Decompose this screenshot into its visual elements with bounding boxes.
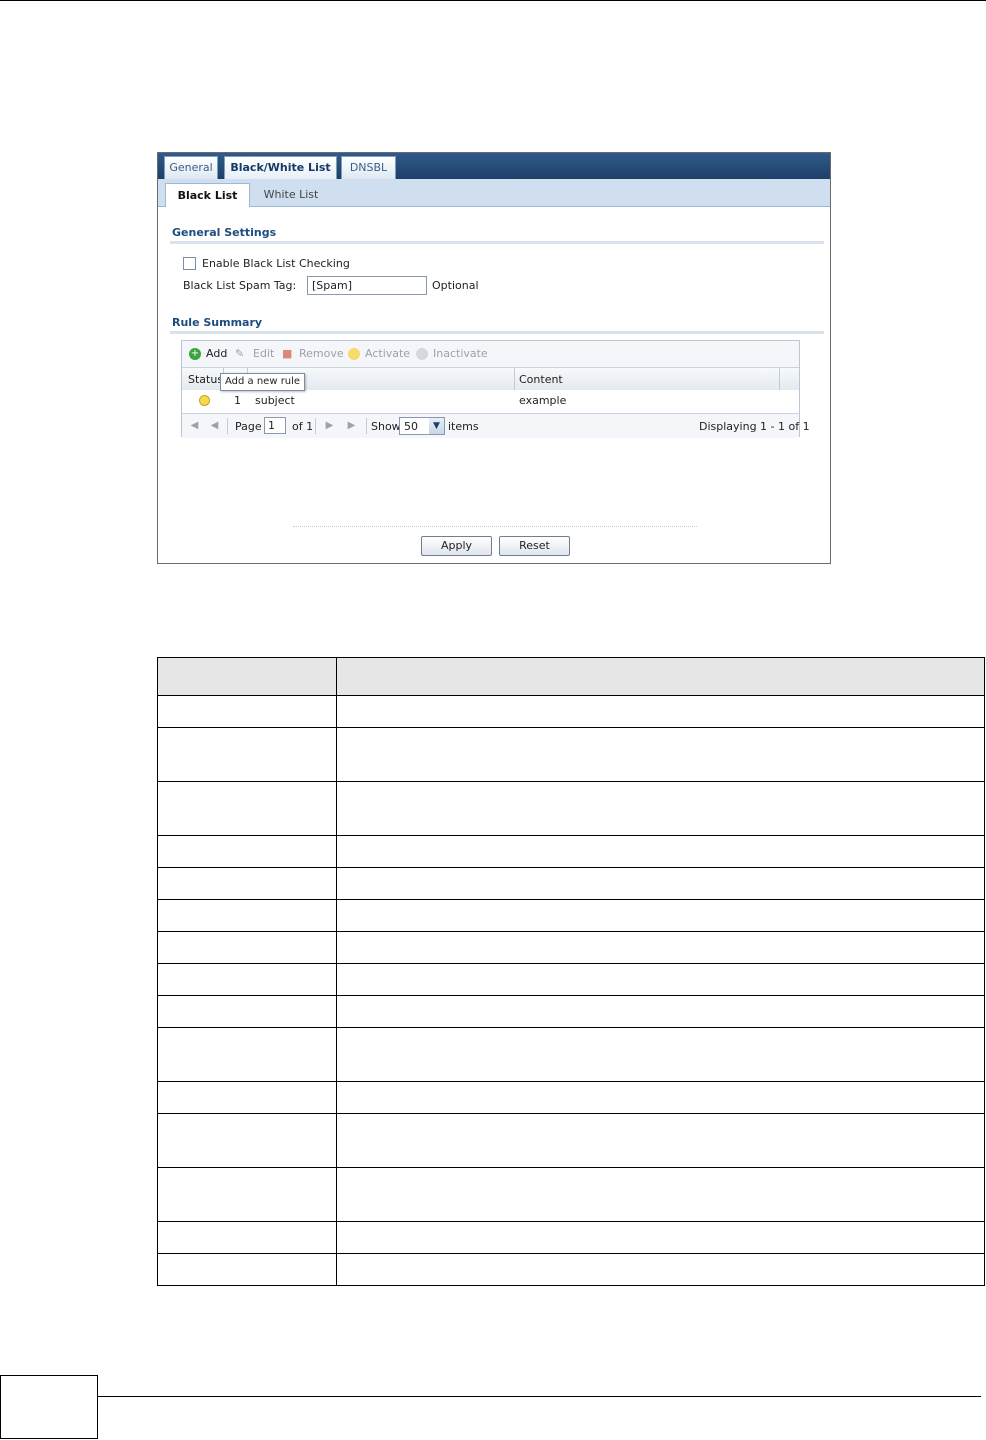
footer-rule (98, 1396, 981, 1397)
section-divider (170, 241, 824, 244)
reset-button[interactable]: Reset (499, 536, 570, 556)
last-page-icon[interactable]: ▶ (345, 419, 358, 432)
table-row (157, 995, 985, 1028)
table-row (157, 727, 985, 782)
section-divider (170, 331, 824, 334)
tab-dnsbl[interactable]: DNSBL (341, 156, 396, 179)
subtab-white-list[interactable]: White List (256, 183, 326, 207)
table-row (157, 1113, 985, 1168)
pager-separator (227, 418, 228, 434)
general-settings-title: General Settings (172, 226, 277, 239)
blacklist-config-panel: General Black/White List DNSBL Black Lis… (157, 152, 831, 564)
table-row (157, 835, 985, 868)
lightbulb-off-icon (416, 348, 428, 360)
page-input[interactable]: 1 (264, 417, 286, 434)
prev-page-icon[interactable]: ◀ (208, 419, 221, 432)
main-tab-bar: General Black/White List DNSBL (158, 153, 830, 179)
sub-tab-bar: Black List White List (158, 179, 830, 207)
first-page-icon[interactable]: ◀ (188, 419, 201, 432)
enable-black-list-label: Enable Black List Checking (202, 257, 350, 270)
activate-button[interactable]: Activate (365, 347, 410, 360)
table-row (157, 931, 985, 964)
lightbulb-on-icon (199, 395, 210, 406)
table-row (157, 1027, 985, 1082)
header-rule (0, 0, 986, 1)
row-content: example (519, 394, 567, 407)
row-type: subject (255, 394, 295, 407)
button-divider (293, 526, 697, 527)
table-row (157, 963, 985, 996)
page-size-select[interactable]: 50 ▼ (399, 417, 445, 435)
tab-black-white-list[interactable]: Black/White List (224, 156, 337, 179)
page-number-box (0, 1375, 98, 1439)
column-status[interactable]: Status (188, 373, 223, 386)
spam-tag-input[interactable]: [Spam] (307, 276, 427, 295)
pager-separator (315, 418, 316, 434)
inactivate-button[interactable]: Inactivate (433, 347, 488, 360)
table-row (157, 1253, 985, 1286)
spam-tag-hint: Optional (432, 279, 479, 292)
remove-button[interactable]: Remove (299, 347, 344, 360)
displaying-count: Displaying 1 - 1 of 1 (699, 420, 810, 433)
edit-button[interactable]: Edit (253, 347, 274, 360)
table-row (157, 1167, 985, 1222)
edit-icon: ✎ (235, 347, 245, 360)
table-row (157, 899, 985, 932)
page-size-value: 50 (404, 420, 418, 433)
table-row (157, 695, 985, 728)
add-button[interactable]: Add (206, 347, 227, 360)
table-header-row (157, 657, 985, 696)
apply-button[interactable]: Apply (421, 536, 492, 556)
row-number: 1 (234, 394, 241, 407)
table-row[interactable]: 1 subject example (182, 390, 799, 411)
table-row (157, 1221, 985, 1254)
add-icon: + (189, 348, 201, 360)
table-row (157, 781, 985, 836)
rule-summary-title: Rule Summary (172, 316, 263, 329)
show-label: Show (371, 420, 401, 433)
grid-pager: ◀ ◀ Page 1 of 1 ▶ ▶ Show 50 ▼ items Disp… (182, 413, 810, 438)
lightbulb-icon (348, 348, 360, 360)
table-row (157, 867, 985, 900)
tab-general[interactable]: General (164, 156, 218, 179)
chevron-down-icon[interactable]: ▼ (429, 418, 444, 434)
column-separator (779, 368, 780, 390)
page-label: Page (235, 420, 262, 433)
field-description-table (157, 657, 985, 1286)
spam-tag-label: Black List Spam Tag: (183, 279, 297, 292)
pager-separator (366, 418, 367, 434)
next-page-icon[interactable]: ▶ (323, 419, 336, 432)
items-label: items (448, 420, 479, 433)
column-separator (514, 368, 515, 390)
trash-icon: ■ (282, 347, 293, 360)
subtab-black-list[interactable]: Black List (165, 183, 250, 207)
page-of-label: of 1 (292, 420, 314, 433)
enable-black-list-checkbox[interactable] (183, 257, 196, 270)
grid-toolbar: + Add ✎ Edit ■ Remove Activate Inactivat… (182, 341, 799, 367)
column-content[interactable]: Content (519, 373, 563, 386)
table-row (157, 1081, 985, 1114)
add-rule-tooltip: Add a new rule (220, 373, 306, 391)
